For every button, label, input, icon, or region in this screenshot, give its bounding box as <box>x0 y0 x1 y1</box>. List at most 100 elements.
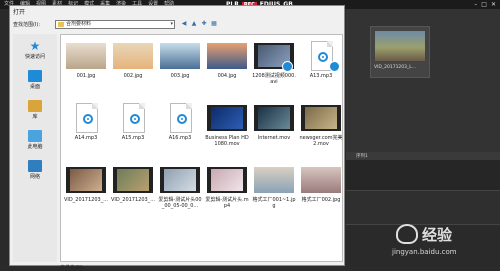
open-file-dialog: 打开 查找范围(I): 合剂要材料 ▾ ◀ ▲ ✚ ▦ ★ 快速访问 桌面 库 … <box>9 5 345 271</box>
file-item[interactable]: VID_20171203_... <box>64 165 108 203</box>
video-thumbnail <box>254 41 294 72</box>
star-icon: ★ <box>29 39 41 53</box>
place-library[interactable]: 库 <box>13 100 57 120</box>
file-item[interactable]: 004.jpg <box>205 41 249 79</box>
baidu-paw-icon <box>396 224 418 244</box>
file-name: A13.mp3 <box>309 73 333 79</box>
minimize-icon[interactable]: – <box>474 1 477 8</box>
maximize-icon[interactable]: □ <box>481 1 487 8</box>
file-item[interactable]: 爱剪辑-测试片头.mp4 <box>205 165 249 209</box>
timeline-track[interactable] <box>346 190 500 225</box>
file-item[interactable]: 001.jpg <box>64 41 108 79</box>
dialog-title: 打开 <box>13 9 26 16</box>
file-item[interactable]: 格式工厂002.jpg <box>299 165 342 203</box>
place-desktop[interactable]: 桌面 <box>13 70 57 90</box>
file-name: VID_20171203_... <box>64 197 108 203</box>
sync-badge-icon <box>282 61 293 72</box>
image-thumbnail <box>160 41 200 71</box>
video-thumbnail <box>207 165 247 195</box>
chevron-down-icon[interactable]: ▾ <box>170 21 173 28</box>
bin-clip[interactable]: VID_20171203_L... <box>370 26 430 78</box>
audio-file-icon <box>301 41 341 72</box>
file-name: newsger.com完美2.mov <box>299 135 343 147</box>
file-list: 001.jpg 002.jpg 003.jpg 004.jpg 1208测试视频000.… <box>60 34 343 262</box>
image-thumbnail <box>66 41 106 71</box>
file-name: 格式工厂002.jpg <box>301 197 341 203</box>
file-item[interactable]: A14.mp3 <box>64 103 108 141</box>
watermark-url: jingyan.baidu.com <box>392 248 457 256</box>
clip-caption: VID_20171203_L... <box>374 65 417 70</box>
file-name: Business Plan HD1080.mov <box>205 135 249 147</box>
timeline-ruler[interactable] <box>346 160 500 190</box>
look-in-value: 合剂要材料 <box>66 21 92 27</box>
up-folder-icon[interactable]: ▲ <box>190 20 198 28</box>
video-thumbnail <box>207 103 247 133</box>
image-thumbnail <box>301 165 341 195</box>
video-thumbnail <box>301 103 341 133</box>
file-name: A15.mp3 <box>121 135 145 141</box>
file-name: 格式工厂001~1.jpg <box>252 197 296 209</box>
video-thumbnail <box>160 165 200 195</box>
watermark: 经验 jingyan.baidu.com <box>382 222 492 262</box>
network-icon <box>28 160 42 172</box>
place-label: 快速访问 <box>24 54 45 60</box>
place-label: 网络 <box>29 174 40 180</box>
video-thumbnail <box>113 165 153 195</box>
audio-file-icon <box>113 103 153 133</box>
file-name: 1208测试视频000.avi <box>252 73 296 85</box>
place-label: 此电脑 <box>27 144 43 150</box>
look-in-label: 查找范围(I): <box>13 22 41 28</box>
file-item[interactable]: 002.jpg <box>111 41 155 79</box>
place-quick-access[interactable]: ★ 快速访问 <box>13 40 57 60</box>
computer-icon <box>28 130 42 142</box>
image-thumbnail <box>113 41 153 71</box>
place-network[interactable]: 网络 <box>13 160 57 180</box>
image-thumbnail <box>207 41 247 71</box>
look-in-combo[interactable]: 合剂要材料 ▾ <box>55 20 175 29</box>
video-thumbnail <box>254 103 294 133</box>
image-thumbnail <box>254 165 294 195</box>
clip-thumbnail <box>375 31 425 61</box>
file-item[interactable]: newsger.com完美2.mov <box>299 103 343 147</box>
timeline-header: 序列1 <box>346 152 500 160</box>
filename-label: 文件名(N): <box>60 265 85 271</box>
desktop-icon <box>28 70 42 82</box>
watermark-brand: 经验 <box>422 226 453 244</box>
file-item[interactable]: 1208测试视频000.avi <box>252 41 296 85</box>
audio-file-icon <box>66 103 106 133</box>
file-name: A16.mp3 <box>168 135 192 141</box>
file-name: A14.mp3 <box>74 135 98 141</box>
file-item[interactable]: Internet.mov <box>252 103 296 141</box>
file-name: Internet.mov <box>257 135 291 141</box>
file-item[interactable]: VID_20171203_... <box>111 165 155 203</box>
audio-file-icon <box>160 103 200 133</box>
new-folder-icon[interactable]: ✚ <box>200 20 208 28</box>
file-item[interactable]: 003.jpg <box>158 41 202 79</box>
place-label: 库 <box>32 114 38 120</box>
file-name: 004.jpg <box>217 73 237 79</box>
place-label: 桌面 <box>29 84 40 90</box>
view-menu-icon[interactable]: ▦ <box>210 20 218 28</box>
window-controls: – □ ✕ <box>474 0 496 9</box>
file-name: VID_20171203_... <box>111 197 155 203</box>
file-item[interactable]: 格式工厂001~1.jpg <box>252 165 296 209</box>
timeline-label: 序列1 <box>356 154 368 159</box>
file-name: 爱剪辑-测试片头00_00_05-00_0... <box>158 197 202 209</box>
file-item[interactable]: A15.mp3 <box>111 103 155 141</box>
file-name: 003.jpg <box>170 73 190 79</box>
close-icon[interactable]: ✕ <box>491 1 496 8</box>
file-name: 爱剪辑-测试片头.mp4 <box>205 197 249 209</box>
file-item[interactable]: A13.mp3 <box>299 41 342 79</box>
file-name: 002.jpg <box>123 73 143 79</box>
place-this-pc[interactable]: 此电脑 <box>13 130 57 150</box>
video-thumbnail <box>66 165 106 195</box>
library-icon <box>28 100 42 112</box>
file-name: 001.jpg <box>76 73 96 79</box>
file-item[interactable]: Business Plan HD1080.mov <box>205 103 249 147</box>
places-bar: ★ 快速访问 桌面 库 此电脑 网络 <box>13 34 57 262</box>
folder-icon <box>58 22 64 27</box>
file-item[interactable]: 爱剪辑-测试片头00_00_05-00_0... <box>158 165 202 209</box>
back-icon[interactable]: ◀ <box>180 20 188 28</box>
file-item[interactable]: A16.mp3 <box>158 103 202 141</box>
sync-badge-icon <box>329 61 340 72</box>
